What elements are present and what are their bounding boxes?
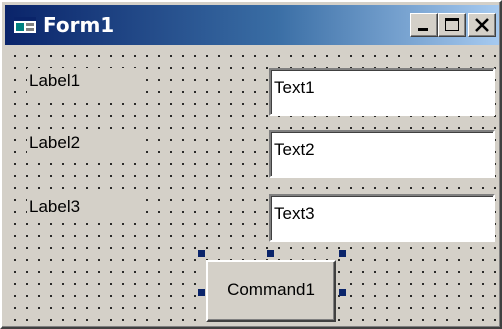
text-box-1[interactable]: Text1 [269,68,495,116]
close-icon [475,18,489,32]
label-2[interactable]: Label2 [27,130,139,156]
selection-handle-top-left[interactable] [198,250,205,257]
window-title: Form1 [43,13,115,37]
command-button[interactable]: Command1 [206,260,336,322]
form-icon[interactable] [14,15,36,35]
minimize-button[interactable] [410,13,438,37]
text-box-2[interactable]: Text2 [269,130,495,178]
minimize-icon [418,28,428,31]
selection-handle-top-right[interactable] [339,250,346,257]
maximize-icon [445,18,459,31]
maximize-button[interactable] [438,13,466,37]
label-1[interactable]: Label1 [27,68,139,94]
selection-handle-left[interactable] [198,289,205,296]
label-3[interactable]: Label3 [27,194,139,220]
title-bar[interactable]: Form1 [5,5,499,45]
form-design-grid[interactable]: Label1 Label2 Label3 Text1 Text2 Text3 C… [5,46,499,326]
form-window: Form1 Label1 Label2 Label3 Text1 Text2 T… [0,0,502,329]
selection-handle-top[interactable] [267,250,274,257]
selection-handle-right[interactable] [339,289,346,296]
close-button[interactable] [468,13,496,37]
text-box-3[interactable]: Text3 [269,194,495,242]
